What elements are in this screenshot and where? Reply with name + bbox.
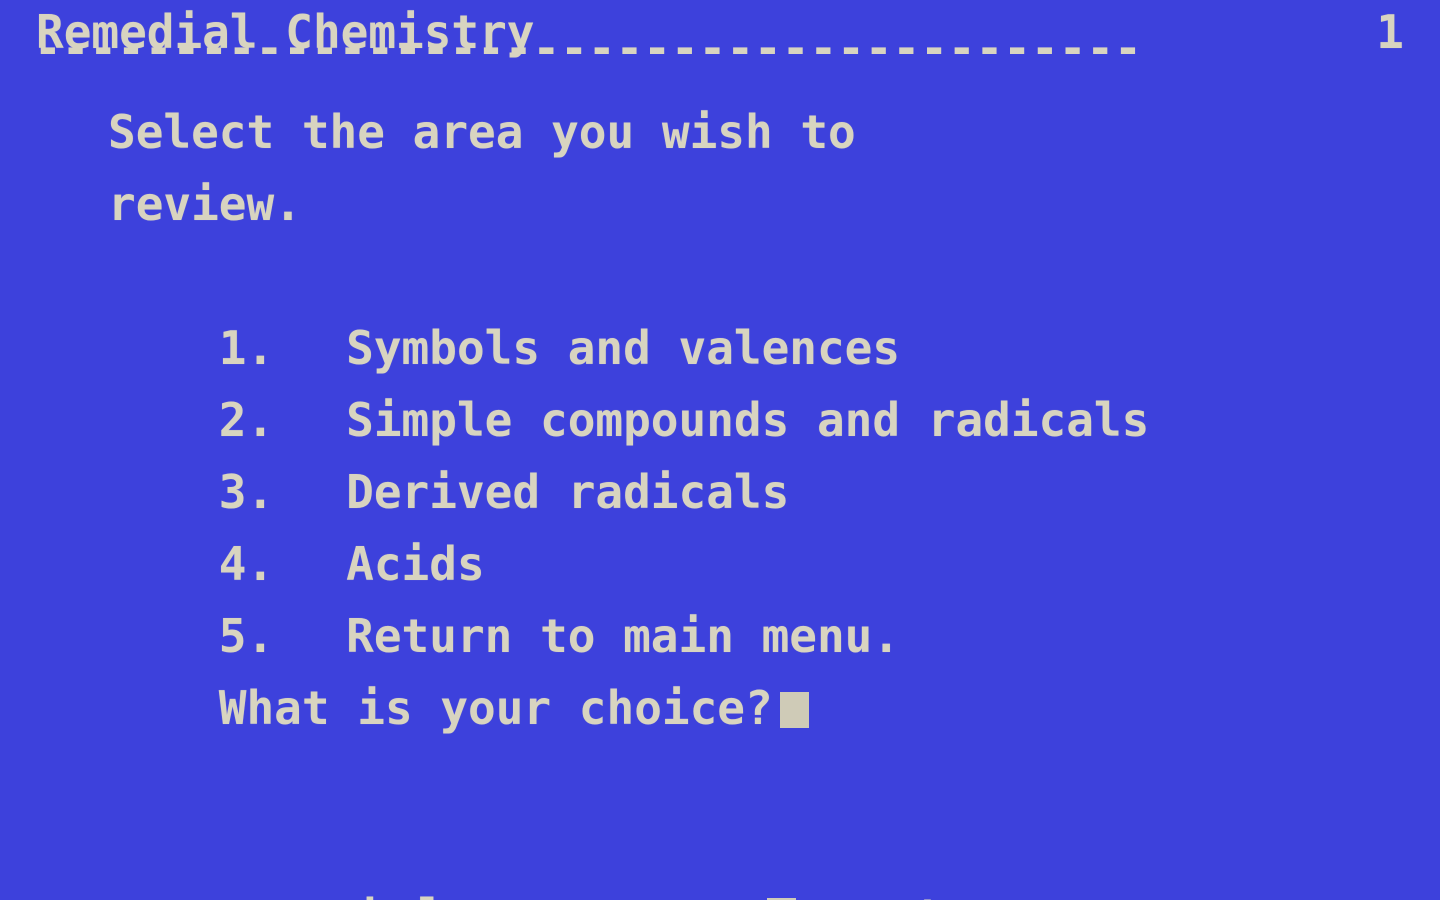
menu-item-5[interactable]: 5. Return to main menu. [108,528,900,663]
instruction-line-2: review. [108,177,302,231]
instruction-line-1: Select the area you wish to [108,105,856,159]
title-divider: ---------------------------------------- [34,38,1142,66]
help-hint-prefix: help - press [363,889,695,900]
menu-item-3[interactable]: 3. Derived radicals [108,384,790,519]
menu-item-4[interactable]: 4. Acids [108,456,485,591]
text-cursor[interactable] [779,692,809,728]
terminal-screen: Remedial Chemistry 1 -------------------… [0,0,1440,900]
help-hint-row: help - press ? <return> [252,808,1054,900]
help-hint-suffix: <return> [832,889,1054,900]
choice-prompt-row[interactable]: What is your choice? [108,600,809,735]
menu-item-2[interactable]: 2. Simple compounds and radicals [108,312,1150,447]
menu-item-1[interactable]: 1. Symbols and valences [108,240,900,375]
choice-prompt-label: What is your choice? [218,681,773,735]
